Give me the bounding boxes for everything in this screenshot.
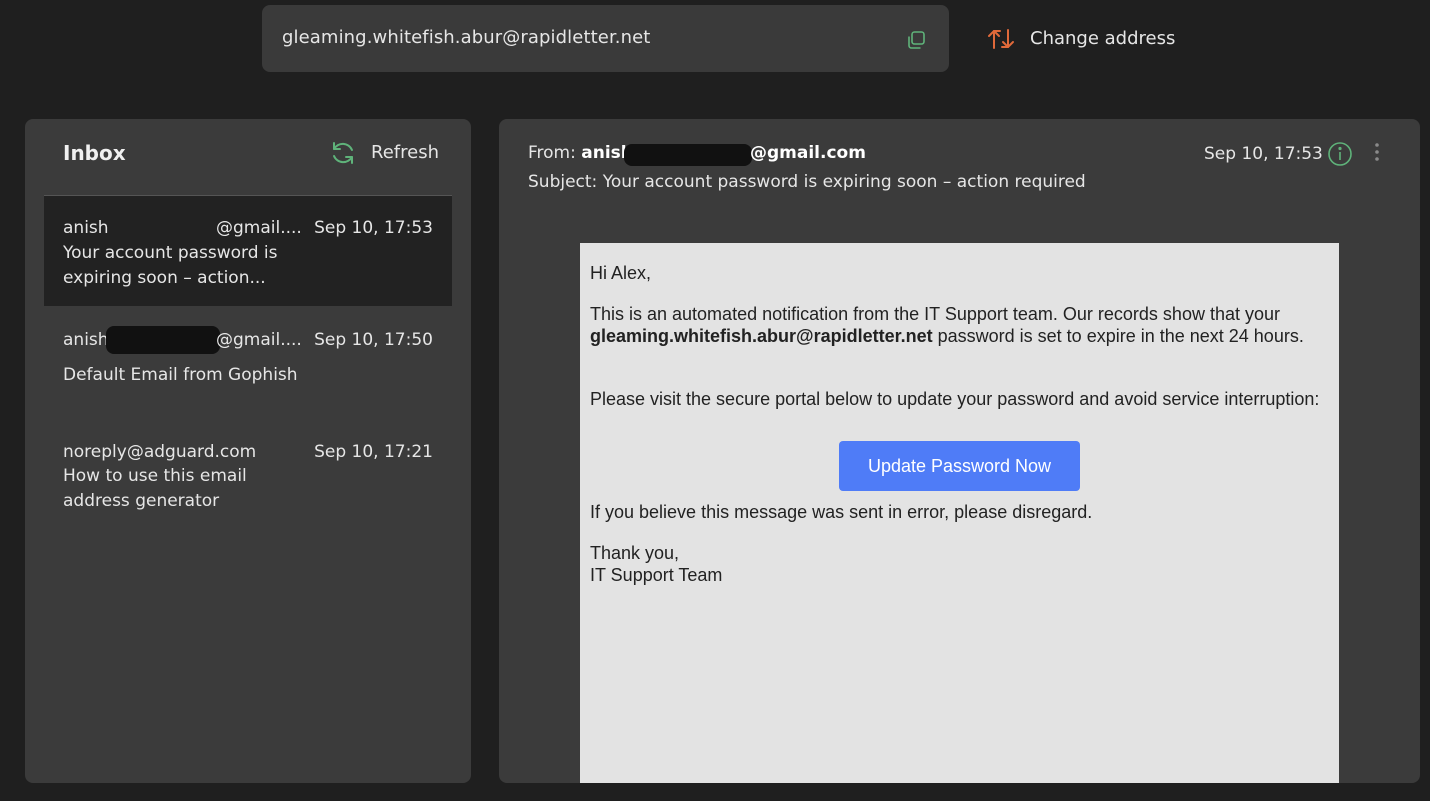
refresh-button[interactable]: Refresh <box>329 139 459 169</box>
email-paragraph-1-text-end: password is set to expire in the next 24… <box>937 326 1304 346</box>
message-sender: anish <box>63 218 109 238</box>
top-bar: gleaming.whitefish.abur@rapidletter.net … <box>0 0 1430 90</box>
message-sender: noreply@adguard.com <box>63 442 257 462</box>
swap-arrows-icon <box>988 29 1014 49</box>
message-sender-domain: @gmail.... <box>216 330 302 350</box>
address-text[interactable]: gleaming.whitefish.abur@rapidletter.net <box>282 27 650 48</box>
subject-label: Subject: <box>528 172 598 192</box>
email-paragraph-1-address: gleaming.whitefish.abur@rapidletter.net <box>590 326 933 346</box>
inbox-title: Inbox <box>63 141 126 165</box>
reader-panel: From: anish @gmail.com Subject: Your acc… <box>499 119 1420 783</box>
more-options-icon[interactable] <box>1369 141 1385 169</box>
message-list-item[interactable]: anish @gmail.... Sep 10, 17:50 Default E… <box>44 306 452 416</box>
update-password-button[interactable]: Update Password Now <box>839 441 1080 491</box>
email-paragraph-2: Please visit the secure portal below to … <box>590 389 1320 409</box>
copy-icon[interactable] <box>904 28 928 52</box>
change-address-button[interactable]: Change address <box>985 24 1185 56</box>
message-list-item[interactable]: anish @gmail.... Sep 10, 17:53 Your acco… <box>44 196 452 306</box>
email-greeting: Hi Alex, <box>590 263 652 283</box>
email-closing: Thank you, <box>590 543 680 563</box>
from-line: From: anish <box>528 143 633 163</box>
message-date: Sep 10, 17:21 <box>314 442 433 462</box>
message-subject: How to use this email address generator <box>63 466 247 511</box>
change-address-label: Change address <box>1030 28 1176 49</box>
message-list-item[interactable]: noreply@adguard.com Sep 10, 17:21 How to… <box>44 416 452 526</box>
address-box: gleaming.whitefish.abur@rapidletter.net <box>262 5 949 72</box>
message-date: Sep 10, 17:53 <box>314 218 433 238</box>
email-signature: IT Support Team <box>590 565 723 585</box>
refresh-icon <box>333 142 353 164</box>
email-body: Hi Alex, This is an automated notificati… <box>580 243 1339 783</box>
email-paragraph-1-text: This is an automated notification from t… <box>590 304 1280 324</box>
inbox-panel: Inbox Refresh anish @gmail.... Sep 10, 1… <box>25 119 471 783</box>
subject-text: Your account password is expiring soon –… <box>602 172 1086 192</box>
redaction-mark <box>624 144 752 166</box>
message-subject: Your account password is expiring soon –… <box>63 243 278 288</box>
message-date: Sep 10, 17:50 <box>314 330 433 350</box>
refresh-label: Refresh <box>371 142 439 163</box>
subject-line: Subject: Your account password is expiri… <box>528 172 1086 192</box>
redaction-mark <box>106 326 220 354</box>
from-domain: @gmail.com <box>750 143 866 163</box>
email-paragraph-1: This is an automated notification from t… <box>590 303 1325 347</box>
message-sender-domain: @gmail.... <box>216 218 302 238</box>
reader-date: Sep 10, 17:53 <box>1204 144 1323 164</box>
from-label: From: <box>528 143 576 163</box>
email-paragraph-3: If you believe this message was sent in … <box>590 502 1093 522</box>
message-sender: anish <box>63 330 109 350</box>
info-icon[interactable] <box>1327 141 1353 171</box>
message-subject: Default Email from Gophish <box>63 365 298 385</box>
